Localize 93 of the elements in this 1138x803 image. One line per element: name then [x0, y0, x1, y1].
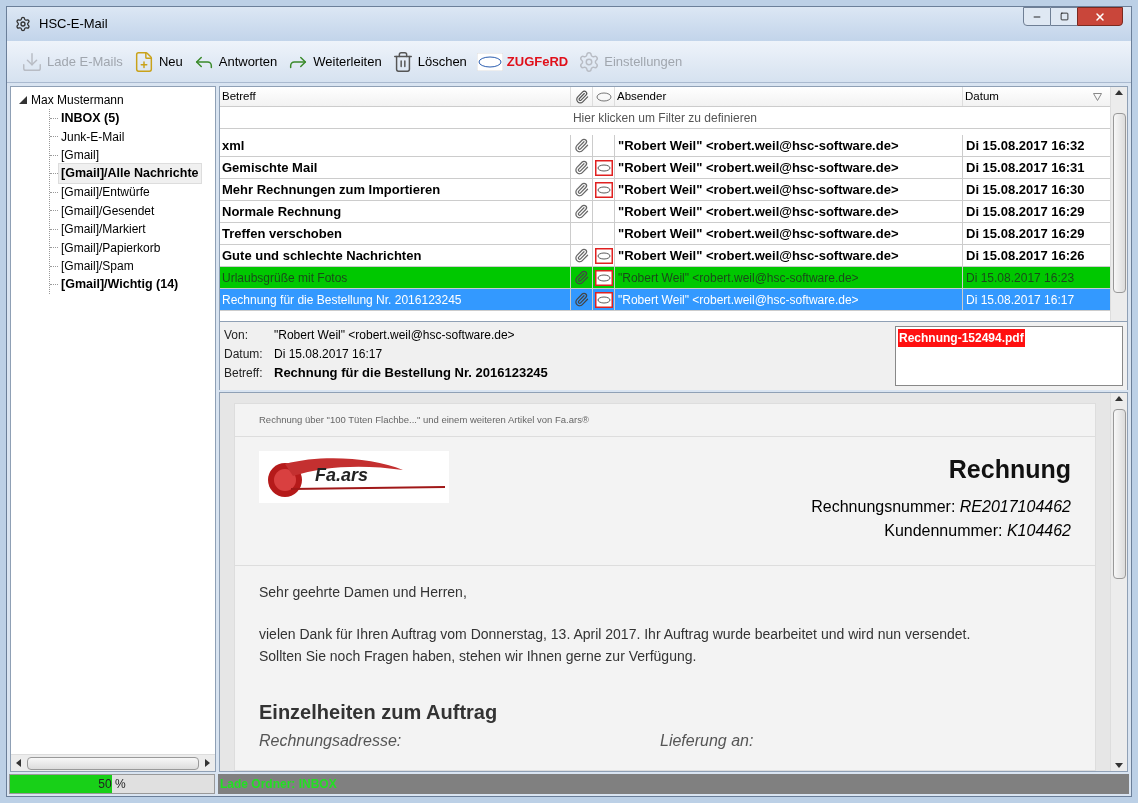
column-header[interactable]: Datum [963, 87, 1110, 106]
sender-cell: "Robert Weil" <robert.weil@hsc-software.de> [615, 223, 963, 244]
subject-cell: Treffen verschoben [220, 223, 571, 244]
scroll-down-icon[interactable] [1115, 761, 1123, 769]
horizontal-scrollbar[interactable] [11, 754, 215, 771]
download-icon [21, 50, 43, 73]
field-value: Di 15.08.2017 16:17 [274, 345, 383, 363]
folder-item[interactable]: [Gmail]/Spam [58, 256, 137, 277]
trash-icon [391, 50, 414, 73]
message-row[interactable]: Normale Rechnung "Robert Weil" <robert.weil@hsc-software.de> Di 15.08.2017 16:29 [220, 201, 1110, 223]
subject-cell: Rechnung für die Bestellung Nr. 2016123245 [220, 289, 571, 310]
date-cell-text: Di 15.08.2017 16:31 [965, 158, 1086, 177]
filter-icon[interactable] [1093, 92, 1102, 101]
message-row[interactable]: Urlaubsgrüße mit Fotos "Robert Weil" <robert.weil@hsc-software.de> Di 15.08.2017 16:23 [220, 267, 1110, 289]
field-label: Betreff: [224, 364, 264, 382]
minimize-button[interactable] [1023, 7, 1051, 26]
date-cell-text: Di 15.08.2017 16:32 [965, 136, 1086, 155]
scroll-up-icon[interactable] [1115, 89, 1123, 97]
date-cell-text: Di 15.08.2017 16:30 [965, 180, 1086, 199]
message-row[interactable]: Treffen verschoben "Robert Weil" <robert.weil@hsc-software.de> Di 15.08.2017 16:29 [220, 223, 1110, 245]
column-header[interactable]: Absender [615, 87, 963, 106]
subject-cell: xml [220, 135, 571, 156]
toolbar-button[interactable]: ZUGFeRD [474, 45, 571, 78]
section-heading: Einzelheiten zum Auftrag [259, 699, 499, 725]
ferd-logo-icon [476, 52, 503, 71]
folder-item[interactable]: [Gmail]/Markiert [58, 219, 149, 240]
attachment-column-icon[interactable] [574, 89, 589, 104]
shipping-label: Lieferung an: [660, 730, 754, 751]
message-row[interactable]: xml "Robert Weil" <robert.weil@hsc-software.de> Di 15.08.2017 16:32 [220, 135, 1110, 157]
customer-number: Kundennummer: K104462 [884, 520, 1071, 541]
toolbar-button[interactable]: Antworten [190, 45, 280, 78]
attachment-item[interactable]: Rechnung-152494.pdf [898, 329, 1025, 347]
folder-item[interactable]: INBOX (5) [58, 107, 123, 129]
field-label: Von: [224, 326, 250, 344]
toolbar-button[interactable]: Weiterleiten [285, 45, 384, 78]
field-label: Datum: [224, 345, 264, 363]
toolbar-button[interactable]: Löschen [389, 45, 469, 78]
vertical-scrollbar[interactable] [1110, 87, 1127, 321]
folder-item[interactable]: [Gmail]/Alle Nachrichte [58, 163, 202, 185]
subject-cell: Mehr Rechnungen zum Importieren [220, 179, 571, 200]
preheader-text: Rechnung über "100 Tüten Flachbe..." und einem weiteren Artikel von Fa.ars® [235, 404, 1095, 438]
maximize-icon [1059, 12, 1069, 21]
date-cell-text: Di 15.08.2017 16:29 [965, 202, 1086, 221]
invoice-title: Rechnung [948, 454, 1071, 486]
logo-text: Fa.ars [315, 463, 369, 487]
folder-item[interactable]: [Gmail] [58, 145, 102, 166]
close-button[interactable] [1077, 7, 1123, 26]
subject-cell: Urlaubsgrüße mit Fotos [220, 267, 571, 288]
subject-cell: Gute und schlechte Nachrichten [220, 245, 571, 266]
date-cell-text: Di 15.08.2017 16:26 [965, 246, 1086, 265]
sender-cell: "Robert Weil" <robert.weil@hsc-software.de> [615, 201, 963, 222]
date-cell-text: Di 15.08.2017 16:17 [965, 291, 1076, 309]
column-header[interactable]: Betreff [220, 87, 571, 106]
greeting-text: Sehr geehrte Damen und Herren, [259, 582, 468, 602]
sender-cell: "Robert Weil" <robert.weil@hsc-software.de> [615, 289, 963, 310]
sender-cell: "Robert Weil" <robert.weil@hsc-software.de> [615, 135, 963, 156]
subject-cell: Gemischte Mail [220, 157, 571, 178]
vertical-scrollbar[interactable] [1110, 393, 1127, 771]
billing-label: Rechnungsadresse: [259, 730, 403, 751]
scroll-right-icon[interactable] [203, 759, 211, 767]
toolbar-button[interactable]: Neu [130, 45, 185, 78]
folder-item[interactable]: [Gmail]/Gesendet [58, 200, 158, 221]
message-row[interactable]: Gute und schlechte Nachrichten "Robert Weil" <robert.weil@hsc-software.de> Di 15.08.2017 16:26 [220, 245, 1110, 267]
ferd-column-icon[interactable] [594, 90, 613, 103]
sender-cell: "Robert Weil" <robert.weil@hsc-software.de> [615, 157, 963, 178]
field-value: Rechnung für die Bestellung Nr. 2016123245 [274, 363, 548, 382]
field-value: "Robert Weil" <robert.weil@hsc-software.de> [274, 326, 515, 344]
maximize-button[interactable] [1051, 7, 1077, 26]
progress-reading: 50 % [97, 776, 127, 793]
status-text: Lade Ordner: INBOX [220, 776, 337, 793]
message-row[interactable]: Gemischte Mail "Robert Weil" <robert.weil@hsc-software.de> Di 15.08.2017 16:31 [220, 157, 1110, 179]
account-item[interactable]: Max Mustermann [31, 91, 124, 109]
scroll-left-icon[interactable] [15, 759, 23, 767]
date-cell-text: Di 15.08.2017 16:23 [965, 269, 1076, 287]
subject-cell: Normale Rechnung [220, 201, 571, 222]
app-icon [15, 16, 31, 32]
folder-item[interactable]: [Gmail]/Wichtig (14) [58, 274, 182, 296]
sender-cell: "Robert Weil" <robert.weil@hsc-software.de> [615, 179, 963, 200]
folder-item[interactable]: [Gmail]/Papierkorb [58, 237, 164, 258]
expand-arrow-icon[interactable] [19, 96, 27, 104]
message-row[interactable]: Mehr Rechnungen zum Importieren "Robert Weil" <robert.weil@hsc-software.de> Di 15.08.2017 16:30 [220, 179, 1110, 201]
close-icon [1094, 10, 1106, 23]
invoice-number: Rechnungsnummer: RE2017104462 [811, 496, 1071, 517]
filter-row[interactable]: Hier klicken um Filter zu definieren [220, 107, 1110, 129]
sender-cell: "Robert Weil" <robert.weil@hsc-software.de> [615, 267, 963, 288]
sender-cell: "Robert Weil" <robert.weil@hsc-software.de> [615, 245, 963, 266]
date-cell-text: Di 15.08.2017 16:29 [965, 224, 1086, 243]
scroll-up-icon[interactable] [1115, 395, 1123, 403]
folder-item[interactable]: [Gmail]/Entwürfe [58, 182, 153, 203]
settings-icon [578, 50, 601, 73]
window-title: HSC-E-Mail [39, 15, 108, 34]
body-paragraph: vielen Dank für Ihren Auftrag vom Donnerstag, 13. April 2017. Ihr Auftrag wurde bearbeitet und wird nun versendet. Sollten Sie noch Fragen haben, stehen wir Ihnen gerne zur Verfügung. [259, 624, 972, 666]
folder-item[interactable]: Junk-E-Mail [58, 126, 128, 147]
